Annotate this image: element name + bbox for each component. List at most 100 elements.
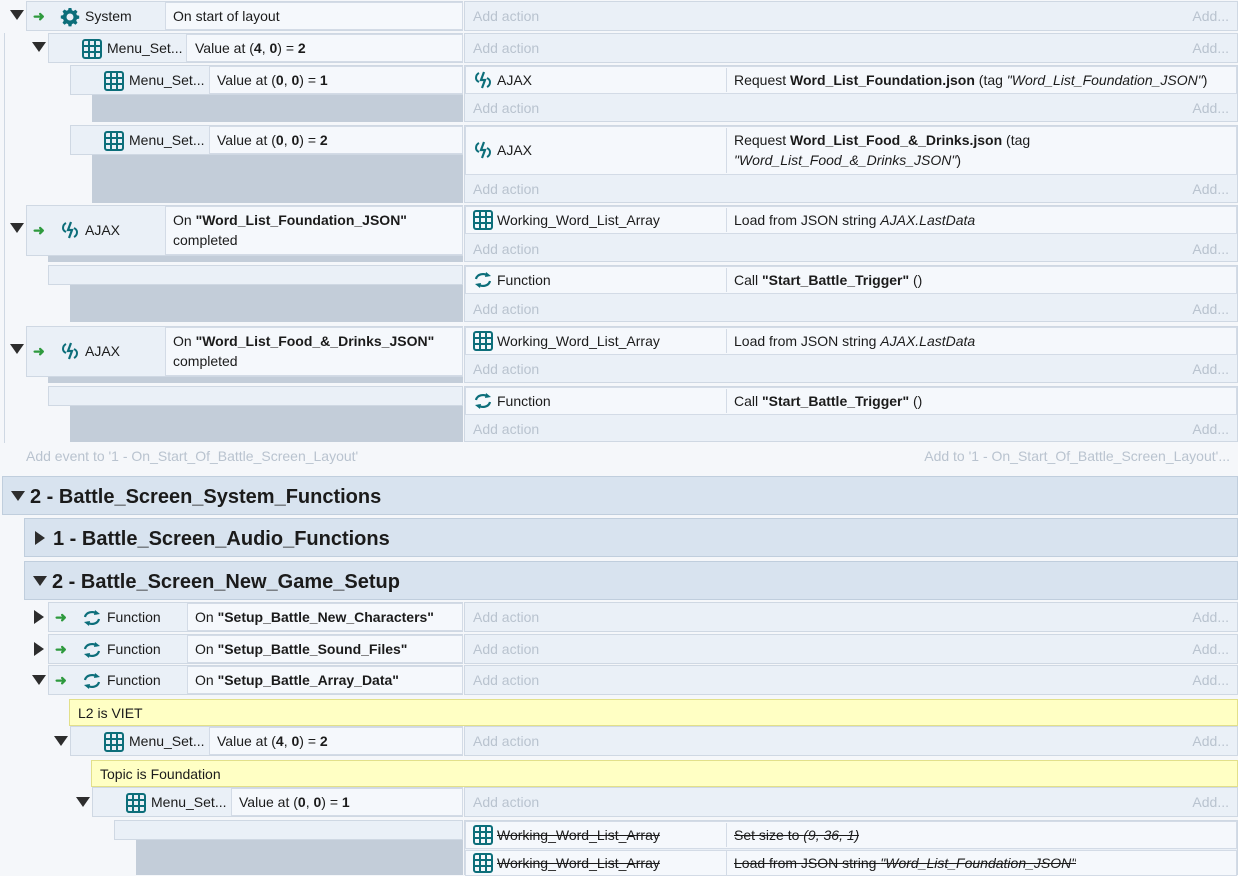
add-link[interactable]: Add... bbox=[1192, 419, 1229, 439]
condition-block[interactable]: ➜ Function On "Setup_Battle_Sound_Files" bbox=[48, 634, 463, 664]
collapse-triangle[interactable] bbox=[10, 223, 24, 233]
collapse-triangle[interactable] bbox=[32, 42, 46, 52]
condition-block[interactable]: ➜ System On start of layout bbox=[26, 1, 463, 31]
add-link[interactable]: Add... bbox=[1192, 239, 1229, 259]
actions-block[interactable]: Add action Add... bbox=[464, 1, 1238, 31]
array-grid-icon bbox=[126, 793, 146, 813]
add-link[interactable]: Add... bbox=[1192, 359, 1229, 379]
condition-block[interactable]: ➜ AJAX On "Word_List_Food_&_Drinks_JSON"… bbox=[26, 326, 463, 377]
event-row-menuset-0-0-1[interactable]: Menu_Set... Value at (0, 0) = 1 AJAX Req… bbox=[0, 65, 1238, 122]
condition-text-line2: completed bbox=[173, 353, 238, 369]
add-link[interactable]: Add... bbox=[1192, 179, 1229, 199]
actions-block[interactable]: Add action Add... bbox=[464, 665, 1238, 695]
condition-block[interactable]: ➜ AJAX On "Word_List_Foundation_JSON" co… bbox=[26, 205, 463, 256]
comment-topic[interactable]: Topic is Foundation bbox=[91, 760, 1238, 787]
add-action-link[interactable]: Add action bbox=[473, 6, 539, 26]
expand-triangle[interactable] bbox=[34, 642, 44, 656]
add-event-row[interactable]: Add event to '1 - On_Start_Of_Battle_Scr… bbox=[0, 446, 1238, 468]
action-divider bbox=[726, 208, 727, 232]
condition-text: Value at (0, 0) = 2 bbox=[217, 132, 328, 148]
group-header-audio-functions[interactable]: 1 - Battle_Screen_Audio_Functions bbox=[24, 518, 1238, 557]
add-link[interactable]: Add... bbox=[1192, 607, 1229, 627]
group-header-new-game-setup[interactable]: 2 - Battle_Screen_New_Game_Setup bbox=[24, 561, 1238, 600]
add-action-link[interactable]: Add action bbox=[473, 38, 539, 58]
add-link[interactable]: Add... bbox=[1192, 670, 1229, 690]
actions-block[interactable]: Add action Add... bbox=[464, 787, 1238, 817]
actions-block[interactable]: AJAX Request Word_List_Food_&_Drinks.jso… bbox=[464, 125, 1238, 203]
collapse-triangle[interactable] bbox=[10, 344, 24, 354]
condition-block[interactable]: ➜ Function On "Setup_Battle_Array_Data" bbox=[48, 665, 463, 695]
add-action-link[interactable]: Add action bbox=[473, 179, 539, 199]
collapse-triangle[interactable] bbox=[54, 736, 68, 746]
event-row-sub-menuset-4-0[interactable]: Menu_Set... Value at (4, 0) = 2 Add acti… bbox=[48, 726, 1238, 756]
condition-block[interactable]: Menu_Set... Value at (4, 0) = 2 bbox=[70, 726, 463, 756]
condition-block[interactable]: Menu_Set... Value at (0, 0) = 1 bbox=[92, 787, 463, 817]
condition-block[interactable] bbox=[48, 265, 463, 285]
add-action-link[interactable]: Add action bbox=[473, 639, 539, 659]
actions-block[interactable]: Add action Add... bbox=[464, 726, 1238, 756]
add-action-link[interactable]: Add action bbox=[473, 359, 539, 379]
condition-block[interactable]: Menu_Set... Value at (4, 0) = 2 bbox=[48, 33, 463, 63]
add-action-link[interactable]: Add action bbox=[473, 670, 539, 690]
add-action-link[interactable]: Add action bbox=[473, 239, 539, 259]
event-row-menuset-0-0-2[interactable]: Menu_Set... Value at (0, 0) = 2 AJAX Req… bbox=[0, 125, 1238, 203]
expand-triangle[interactable] bbox=[34, 610, 44, 624]
condition-block[interactable] bbox=[114, 820, 463, 840]
actions-block[interactable]: Add action Add... bbox=[464, 634, 1238, 664]
condition-block[interactable]: Menu_Set... Value at (0, 0) = 1 bbox=[70, 65, 463, 95]
add-link[interactable]: Add... bbox=[1192, 792, 1229, 812]
event-row-disabled-actions[interactable]: Working_Word_List_Array Set size to (9, … bbox=[0, 820, 1238, 876]
collapse-triangle[interactable] bbox=[76, 797, 90, 807]
actions-block[interactable]: Add action Add... bbox=[464, 602, 1238, 632]
event-row-menuset-4-0[interactable]: Menu_Set... Value at (4, 0) = 2 Add acti… bbox=[0, 33, 1238, 443]
event-row-ajax-foundation[interactable]: ➜ AJAX On "Word_List_Foundation_JSON" co… bbox=[0, 205, 1238, 262]
actions-block[interactable]: Working_Word_List_Array Load from JSON s… bbox=[464, 326, 1238, 383]
collapse-triangle[interactable] bbox=[10, 10, 24, 20]
add-to-group-link[interactable]: Add to '1 - On_Start_Of_Battle_Screen_La… bbox=[924, 446, 1230, 466]
actions-block[interactable]: AJAX Request Word_List_Foundation.json (… bbox=[464, 65, 1238, 122]
array-grid-icon bbox=[473, 210, 493, 230]
condition-object-name: Menu_Set... bbox=[129, 72, 205, 88]
event-row-function[interactable]: ➜ Function On "Setup_Battle_Array_Data" … bbox=[24, 665, 1238, 695]
actions-block[interactable]: Function Call "Start_Battle_Trigger" () … bbox=[464, 265, 1238, 322]
condition-text: On "Setup_Battle_New_Characters" bbox=[195, 609, 434, 625]
add-link[interactable]: Add... bbox=[1192, 299, 1229, 319]
actions-block[interactable]: Working_Word_List_Array Load from JSON s… bbox=[464, 205, 1238, 262]
event-row-function[interactable]: ➜ Function On "Setup_Battle_Sound_Files"… bbox=[24, 634, 1238, 664]
actions-block[interactable]: Working_Word_List_Array Set size to (9, … bbox=[464, 820, 1238, 876]
collapse-triangle[interactable] bbox=[11, 491, 25, 501]
add-action-link[interactable]: Add action bbox=[473, 419, 539, 439]
event-row-ajax-food[interactable]: ➜ AJAX On "Word_List_Food_&_Drinks_JSON"… bbox=[0, 326, 1238, 383]
collapse-triangle[interactable] bbox=[32, 675, 46, 685]
action-divider bbox=[726, 823, 727, 847]
event-row-sub-call[interactable]: Function Call "Start_Battle_Trigger" () … bbox=[0, 265, 1238, 322]
actions-block[interactable]: Function Call "Start_Battle_Trigger" () … bbox=[464, 386, 1238, 442]
add-action-link[interactable]: Add action bbox=[473, 607, 539, 627]
add-action-link[interactable]: Add action bbox=[473, 792, 539, 812]
actions-block[interactable]: Add action Add... bbox=[464, 33, 1238, 63]
add-link[interactable]: Add... bbox=[1192, 6, 1229, 26]
array-grid-icon bbox=[104, 732, 124, 752]
action-divider bbox=[726, 851, 727, 875]
expand-triangle[interactable] bbox=[35, 531, 45, 545]
comment-l2[interactable]: L2 is VIET bbox=[69, 699, 1238, 726]
add-action-link[interactable]: Add action bbox=[473, 98, 539, 118]
add-link[interactable]: Add... bbox=[1192, 639, 1229, 659]
event-row-system[interactable]: ➜ System On start of layout Add action A… bbox=[0, 0, 1238, 33]
add-link[interactable]: Add... bbox=[1192, 38, 1229, 58]
condition-block[interactable]: Menu_Set... Value at (0, 0) = 2 bbox=[70, 125, 463, 155]
collapse-triangle[interactable] bbox=[33, 576, 47, 586]
condition-block[interactable] bbox=[48, 386, 463, 406]
event-row-sub-menuset-0-0[interactable]: Menu_Set... Value at (0, 0) = 1 Add acti… bbox=[70, 787, 1238, 817]
add-link[interactable]: Add... bbox=[1192, 731, 1229, 751]
event-row-sub-call-2[interactable]: Function Call "Start_Battle_Trigger" () … bbox=[0, 386, 1238, 442]
condition-block[interactable]: ➜ Function On "Setup_Battle_New_Characte… bbox=[48, 602, 463, 632]
add-event-link[interactable]: Add event to '1 - On_Start_Of_Battle_Scr… bbox=[26, 446, 358, 466]
add-action-link[interactable]: Add action bbox=[473, 299, 539, 319]
group-header-system-functions[interactable]: 2 - Battle_Screen_System_Functions bbox=[2, 476, 1238, 515]
system-gear-icon bbox=[60, 7, 80, 27]
add-link[interactable]: Add... bbox=[1192, 98, 1229, 118]
add-action-link[interactable]: Add action bbox=[473, 731, 539, 751]
array-grid-icon bbox=[473, 825, 493, 845]
event-row-function[interactable]: ➜ Function On "Setup_Battle_New_Characte… bbox=[24, 602, 1238, 632]
